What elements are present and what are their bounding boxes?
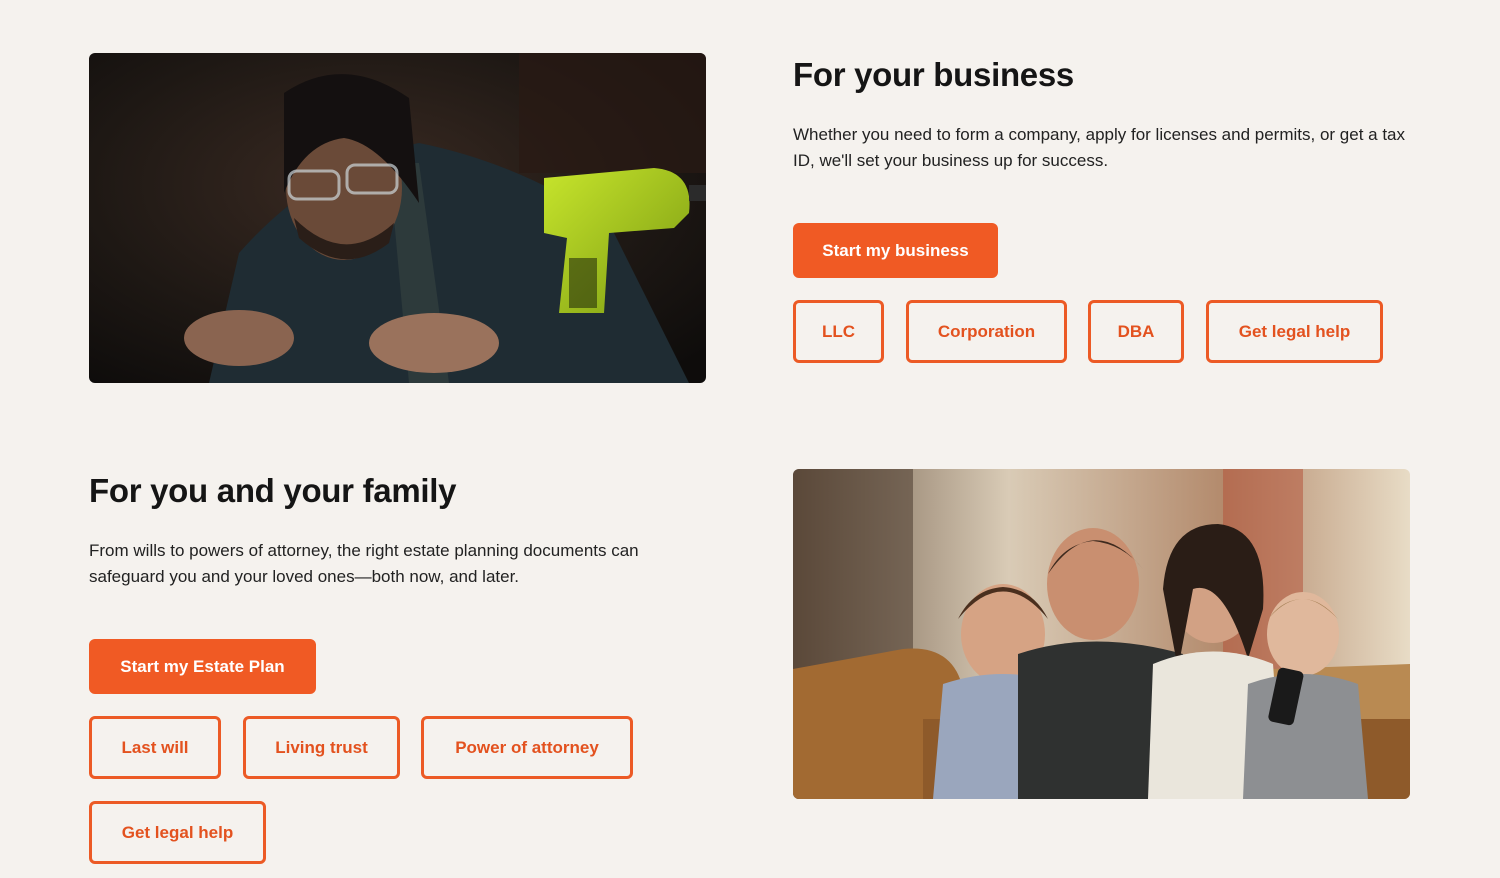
family-section: For you and your family From wills to po… bbox=[89, 471, 709, 590]
last-will-button[interactable]: Last will bbox=[89, 716, 221, 779]
family-on-couch-illustration bbox=[793, 469, 1410, 799]
page: For your business Whether you need to fo… bbox=[0, 0, 1500, 878]
man-with-drill-illustration bbox=[89, 53, 706, 383]
start-my-estate-plan-button[interactable]: Start my Estate Plan bbox=[89, 639, 316, 694]
family-photo bbox=[793, 469, 1410, 799]
family-get-legal-help-button[interactable]: Get legal help bbox=[89, 801, 266, 864]
power-of-attorney-button[interactable]: Power of attorney bbox=[421, 716, 633, 779]
family-description: From wills to powers of attorney, the ri… bbox=[89, 541, 639, 586]
business-photo bbox=[89, 53, 706, 383]
llc-button[interactable]: LLC bbox=[793, 300, 884, 363]
business-description: Whether you need to form a company, appl… bbox=[793, 125, 1405, 170]
living-trust-button[interactable]: Living trust bbox=[243, 716, 400, 779]
business-get-legal-help-button[interactable]: Get legal help bbox=[1206, 300, 1383, 363]
family-heading: For you and your family bbox=[89, 472, 457, 509]
business-section: For your business Whether you need to fo… bbox=[793, 55, 1423, 174]
business-heading: For your business bbox=[793, 56, 1074, 93]
start-my-business-button[interactable]: Start my business bbox=[793, 223, 998, 278]
corporation-button[interactable]: Corporation bbox=[906, 300, 1067, 363]
dba-button[interactable]: DBA bbox=[1088, 300, 1184, 363]
